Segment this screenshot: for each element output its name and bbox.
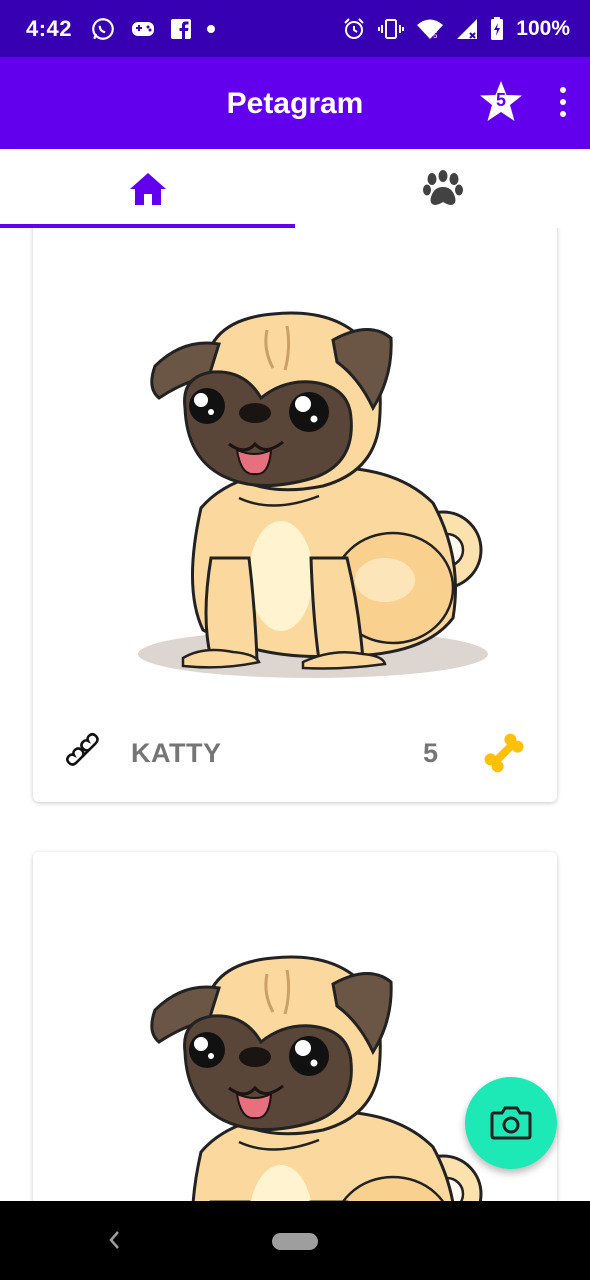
favorites-count: 5 [495,90,506,110]
signal-icon [457,18,478,39]
vibrate-icon [378,18,405,39]
facebook-icon [171,18,192,39]
app-bar: Petagram 5 [0,57,590,149]
system-nav-bar [0,1201,590,1280]
like-count: 5 [423,738,439,768]
system-status: 5 100% [342,16,570,41]
overflow-dot [560,99,566,105]
battery-percent: 100% [516,16,570,40]
paw-icon [422,169,463,205]
overflow-dot [560,87,566,93]
wifi-icon: 5 [417,19,444,40]
home-icon [129,172,166,205]
pet-name: KATTY [131,738,222,768]
home-pill-button[interactable] [272,1233,318,1250]
tab-profile[interactable] [295,149,590,228]
overflow-menu-button[interactable] [558,87,568,117]
svg-text:5: 5 [433,31,438,40]
battery-icon [491,16,504,40]
bone-filled-icon [484,733,524,773]
back-icon[interactable] [104,1227,124,1253]
dot-icon [207,24,216,33]
notification-icons [90,16,216,42]
overflow-dot [560,111,566,117]
tab-home[interactable] [0,149,295,228]
pet-photo [33,228,557,708]
camera-fab[interactable] [465,1077,557,1169]
camera-icon [490,1106,532,1140]
tab-bar [0,149,590,228]
pet-card[interactable]: KATTY 5 [33,228,557,802]
status-bar: 4:42 5 100% [0,0,590,57]
pet-card-footer: KATTY 5 [33,708,557,802]
favorites-button[interactable]: 5 [478,79,524,125]
gamepad-icon [132,21,155,36]
whatsapp-icon [92,17,114,40]
alarm-icon [344,17,364,39]
bone-outline-icon[interactable] [63,730,109,776]
status-time: 4:42 [26,15,73,41]
app-bar-actions: 5 [478,79,568,125]
pet-feed[interactable]: KATTY 5 [0,228,590,1201]
